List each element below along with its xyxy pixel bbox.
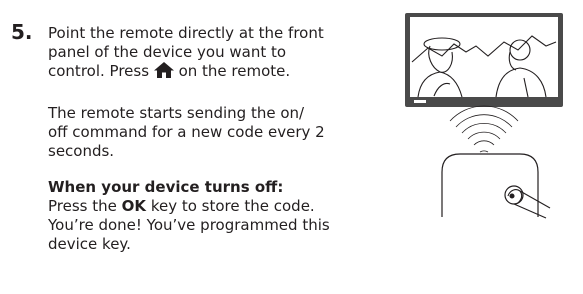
result-line-1a: Press the xyxy=(48,197,117,215)
instruction-line-1: Point the remote directly at the front xyxy=(48,24,324,42)
instruction-line-2: panel of the device you want to xyxy=(48,43,287,61)
result-paragraph: When your device turns off: Press the OK… xyxy=(48,178,378,254)
status-line-3: seconds. xyxy=(48,142,115,160)
result-heading: When your device turns off: xyxy=(48,178,284,196)
instruction-paragraph: Point the remote directly at the front p… xyxy=(48,24,378,81)
remote-programming-illustration xyxy=(405,13,563,219)
result-line-3: device key. xyxy=(48,235,131,253)
ok-key-label: OK xyxy=(121,197,147,215)
status-line-2: off command for a new code every 2 xyxy=(48,123,325,141)
result-line-1b: key to store the code. xyxy=(150,197,315,215)
status-paragraph: The remote starts sending the on/ off co… xyxy=(48,104,378,161)
instruction-line-3a: control. Press xyxy=(48,62,150,80)
ir-signal-icon xyxy=(449,105,519,153)
status-line-1: The remote starts sending the on/ xyxy=(48,104,305,122)
instruction-line-3: control. Press on the remote. xyxy=(48,62,378,81)
remote-icon xyxy=(441,153,539,217)
instruction-line-3b: on the remote. xyxy=(178,62,291,80)
tv-icon xyxy=(405,13,563,107)
home-icon xyxy=(153,62,174,78)
result-line-1: Press the OK key to store the code. xyxy=(48,197,378,216)
result-line-2: You’re done! You’ve programmed this xyxy=(48,216,330,234)
step-number: 5. xyxy=(11,20,33,44)
